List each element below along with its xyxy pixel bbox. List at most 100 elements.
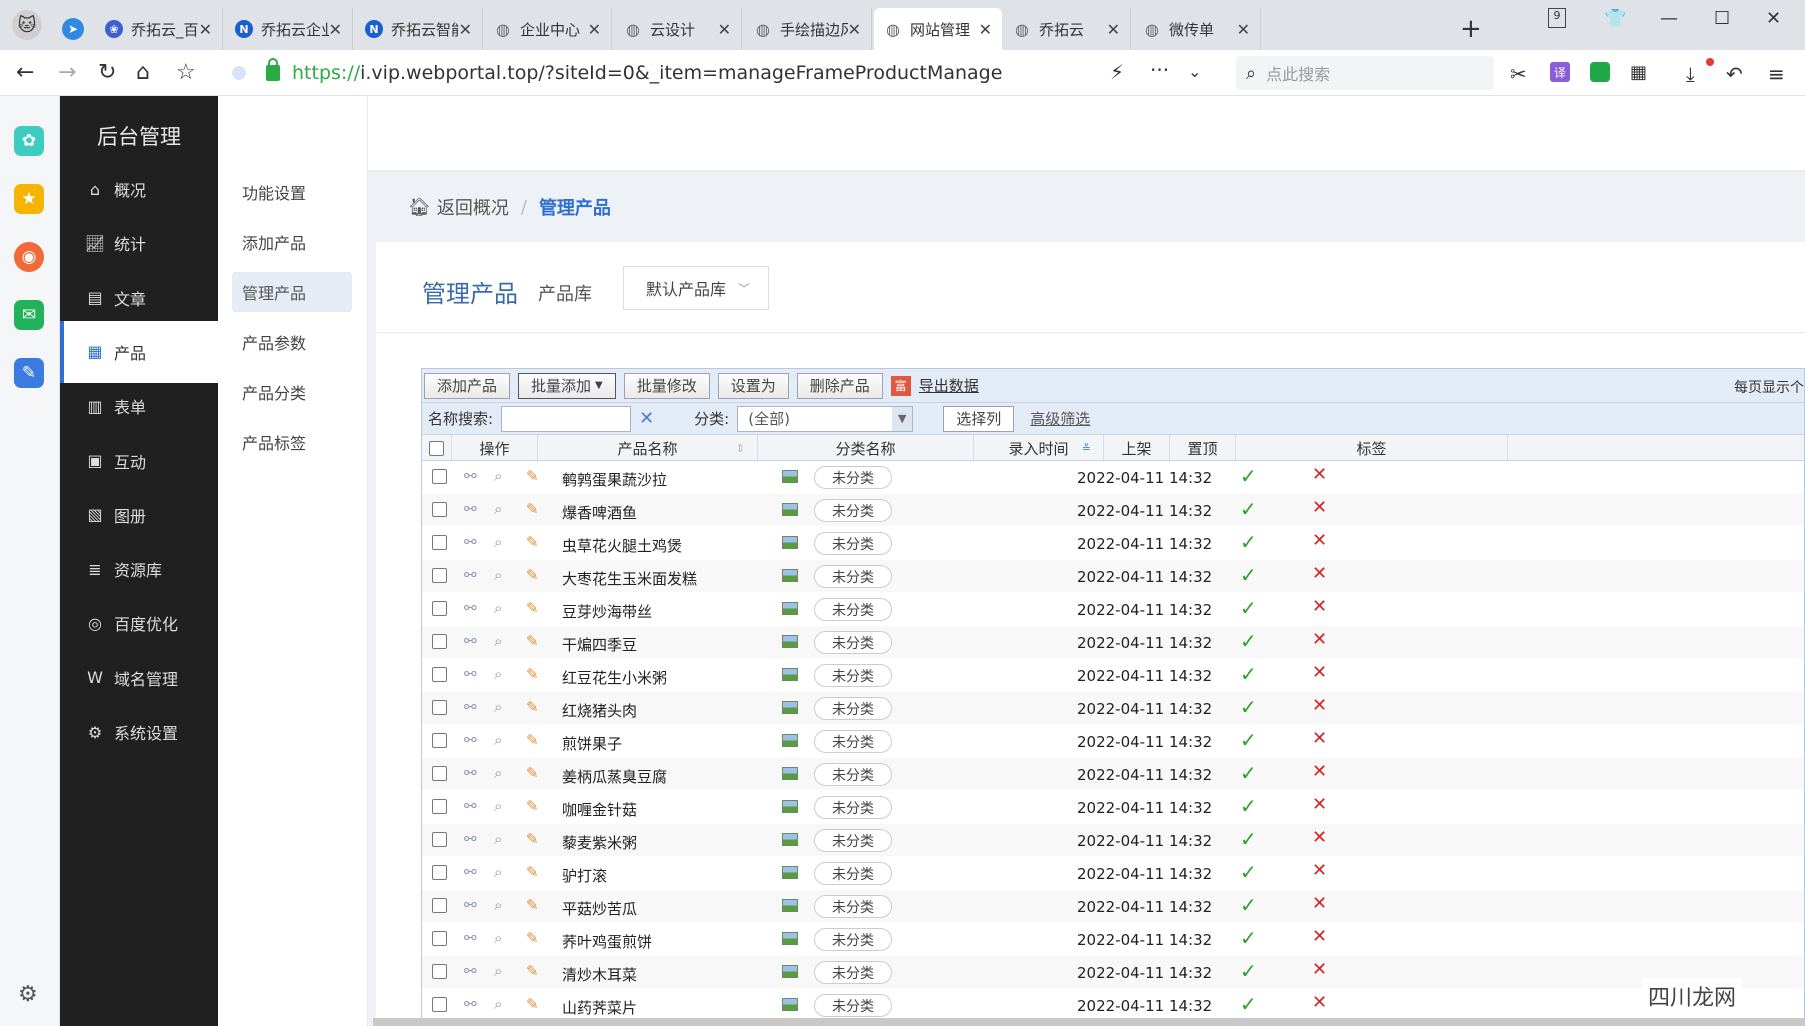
add-product-button[interactable]: 添加产品 [424, 372, 511, 399]
submenu-item-2[interactable]: 添加产品 [232, 222, 368, 262]
col-name[interactable]: 产品名称 ⇕ [538, 435, 758, 461]
view-icon[interactable]: ⌕ [494, 533, 502, 551]
reload-icon[interactable]: ↻ [98, 60, 116, 85]
address-bar[interactable]: https://i.vip.webportal.top/?siteId=0&_i… [218, 56, 1218, 90]
favorites-star-icon[interactable]: ★ [14, 184, 44, 214]
row-checkbox[interactable] [432, 898, 447, 913]
image-icon[interactable] [782, 932, 798, 945]
listed-check-icon[interactable]: ✓ [1240, 563, 1257, 587]
share-icon[interactable]: ⚯ [464, 665, 477, 683]
row-checkbox[interactable] [432, 865, 447, 880]
image-icon[interactable] [782, 536, 798, 549]
row-checkbox[interactable] [432, 535, 447, 550]
home-icon[interactable]: ⌂ [136, 60, 150, 85]
download-icon[interactable]: ⤓ [1686, 62, 1695, 86]
tab-close-icon[interactable]: ✕ [588, 20, 601, 39]
view-icon[interactable]: ⌕ [494, 830, 502, 848]
edit-icon[interactable]: ✎ [526, 929, 539, 947]
image-icon[interactable] [782, 965, 798, 978]
share-icon[interactable]: ⚯ [464, 731, 477, 749]
view-icon[interactable]: ⌕ [494, 467, 502, 485]
share-icon[interactable]: ⚯ [464, 467, 477, 485]
image-icon[interactable] [782, 569, 798, 582]
row-checkbox[interactable] [432, 931, 447, 946]
tab-2[interactable]: N 乔拓云企业 ✕ [225, 8, 353, 50]
image-icon[interactable] [782, 635, 798, 648]
row-checkbox[interactable] [432, 997, 447, 1012]
tab-6[interactable]: ◍ 手绘描边风 ✕ [744, 8, 872, 50]
row-checkbox[interactable] [432, 601, 447, 616]
select-all-checkbox[interactable] [429, 440, 444, 456]
pinned-x-icon[interactable]: ✕ [1312, 563, 1327, 584]
notes-icon[interactable]: ✎ [14, 358, 44, 388]
pinned-x-icon[interactable]: ✕ [1312, 530, 1327, 551]
tab-4[interactable]: ◍ 企业中心 ✕ [484, 8, 612, 50]
edit-icon[interactable]: ✎ [526, 632, 539, 650]
translate-icon[interactable]: 译 [1550, 62, 1570, 82]
maximize-button[interactable]: ☐ [1714, 8, 1730, 29]
scissors-icon[interactable]: ✂ [1510, 62, 1527, 86]
col-time[interactable]: 录入时间 ≚ [974, 435, 1104, 461]
submenu-item-6[interactable]: 产品标签 [232, 422, 368, 462]
listed-check-icon[interactable]: ✓ [1240, 893, 1257, 917]
view-icon[interactable]: ⌕ [494, 962, 502, 980]
view-icon[interactable]: ⌕ [494, 995, 502, 1013]
undo-icon[interactable]: ↶ [1726, 62, 1743, 86]
menu-icon[interactable]: ≡ [1768, 62, 1785, 86]
mail-icon[interactable]: ✉ [14, 300, 44, 330]
pinned-x-icon[interactable]: ✕ [1312, 992, 1327, 1013]
breadcrumb-back-link[interactable]: 返回概况 [437, 194, 509, 220]
submenu-item-3[interactable]: 管理产品 [232, 272, 352, 312]
edit-icon[interactable]: ✎ [526, 698, 539, 716]
chevron-down-icon[interactable]: ⌄ [1188, 62, 1201, 81]
listed-check-icon[interactable]: ✓ [1240, 464, 1257, 488]
batch-add-button[interactable]: 批量添加 ▼ [518, 372, 616, 399]
choose-columns-button[interactable]: 选择列 [943, 405, 1015, 432]
tab-8[interactable]: ◍ 乔拓云 ✕ [1003, 8, 1131, 50]
tab-3[interactable]: N 乔拓云智能 ✕ [355, 8, 483, 50]
nav-item-3[interactable]: ▤ 文章 [60, 267, 218, 329]
listed-check-icon[interactable]: ✓ [1240, 860, 1257, 884]
delete-product-button[interactable]: 删除产品 [796, 372, 883, 399]
view-icon[interactable]: ⌕ [494, 731, 502, 749]
name-search-input[interactable] [501, 405, 632, 432]
image-icon[interactable] [782, 470, 798, 483]
pinned-x-icon[interactable]: ✕ [1312, 860, 1327, 881]
share-icon[interactable]: ⚯ [464, 698, 477, 716]
search-input[interactable]: ⌕ 点此搜索 [1236, 56, 1494, 90]
nav-item-6[interactable]: ▣ 互动 [60, 430, 218, 492]
row-checkbox[interactable] [432, 667, 447, 682]
share-icon[interactable]: ⚯ [464, 962, 477, 980]
row-checkbox[interactable] [432, 964, 447, 979]
advanced-filter-link[interactable]: 高级筛选 [1030, 408, 1090, 429]
image-icon[interactable] [782, 503, 798, 516]
home-icon[interactable]: 🏠︎ [408, 197, 431, 218]
pinned-x-icon[interactable]: ✕ [1312, 662, 1327, 683]
forward-arrow-icon[interactable]: → [58, 60, 76, 85]
listed-check-icon[interactable]: ✓ [1240, 497, 1257, 521]
image-icon[interactable] [782, 866, 798, 879]
col-listed[interactable]: 上架 [1104, 435, 1170, 461]
pinned-x-icon[interactable]: ✕ [1312, 959, 1327, 980]
pinned-x-icon[interactable]: ✕ [1312, 497, 1327, 518]
category-select[interactable]: (全部) ▼ [737, 405, 914, 432]
tab-close-icon[interactable]: ✕ [459, 20, 472, 39]
nav-item-11[interactable]: ⚙ 系统设置 [60, 701, 218, 763]
pinned-x-icon[interactable]: ✕ [1312, 464, 1327, 485]
lightning-icon[interactable]: ⚡ [1110, 60, 1124, 84]
view-icon[interactable]: ⌕ [494, 863, 502, 881]
tab-close-icon[interactable]: ✕ [718, 20, 731, 39]
listed-check-icon[interactable]: ✓ [1240, 926, 1257, 950]
apps-grid-icon[interactable]: ▦ [1630, 62, 1647, 83]
image-icon[interactable] [782, 602, 798, 615]
telegram-icon[interactable]: ➤ [62, 18, 84, 40]
nav-item-8[interactable]: ≣ 资源库 [60, 538, 218, 600]
clear-search-icon[interactable]: ✕ [639, 408, 654, 429]
view-icon[interactable]: ⌕ [494, 566, 502, 584]
listed-check-icon[interactable]: ✓ [1240, 992, 1257, 1016]
weibo-icon[interactable]: ◉ [14, 242, 44, 272]
view-icon[interactable]: ⌕ [494, 797, 502, 815]
image-icon[interactable] [782, 701, 798, 714]
nav-item-10[interactable]: W 域名管理 [60, 647, 218, 709]
row-checkbox[interactable] [432, 832, 447, 847]
